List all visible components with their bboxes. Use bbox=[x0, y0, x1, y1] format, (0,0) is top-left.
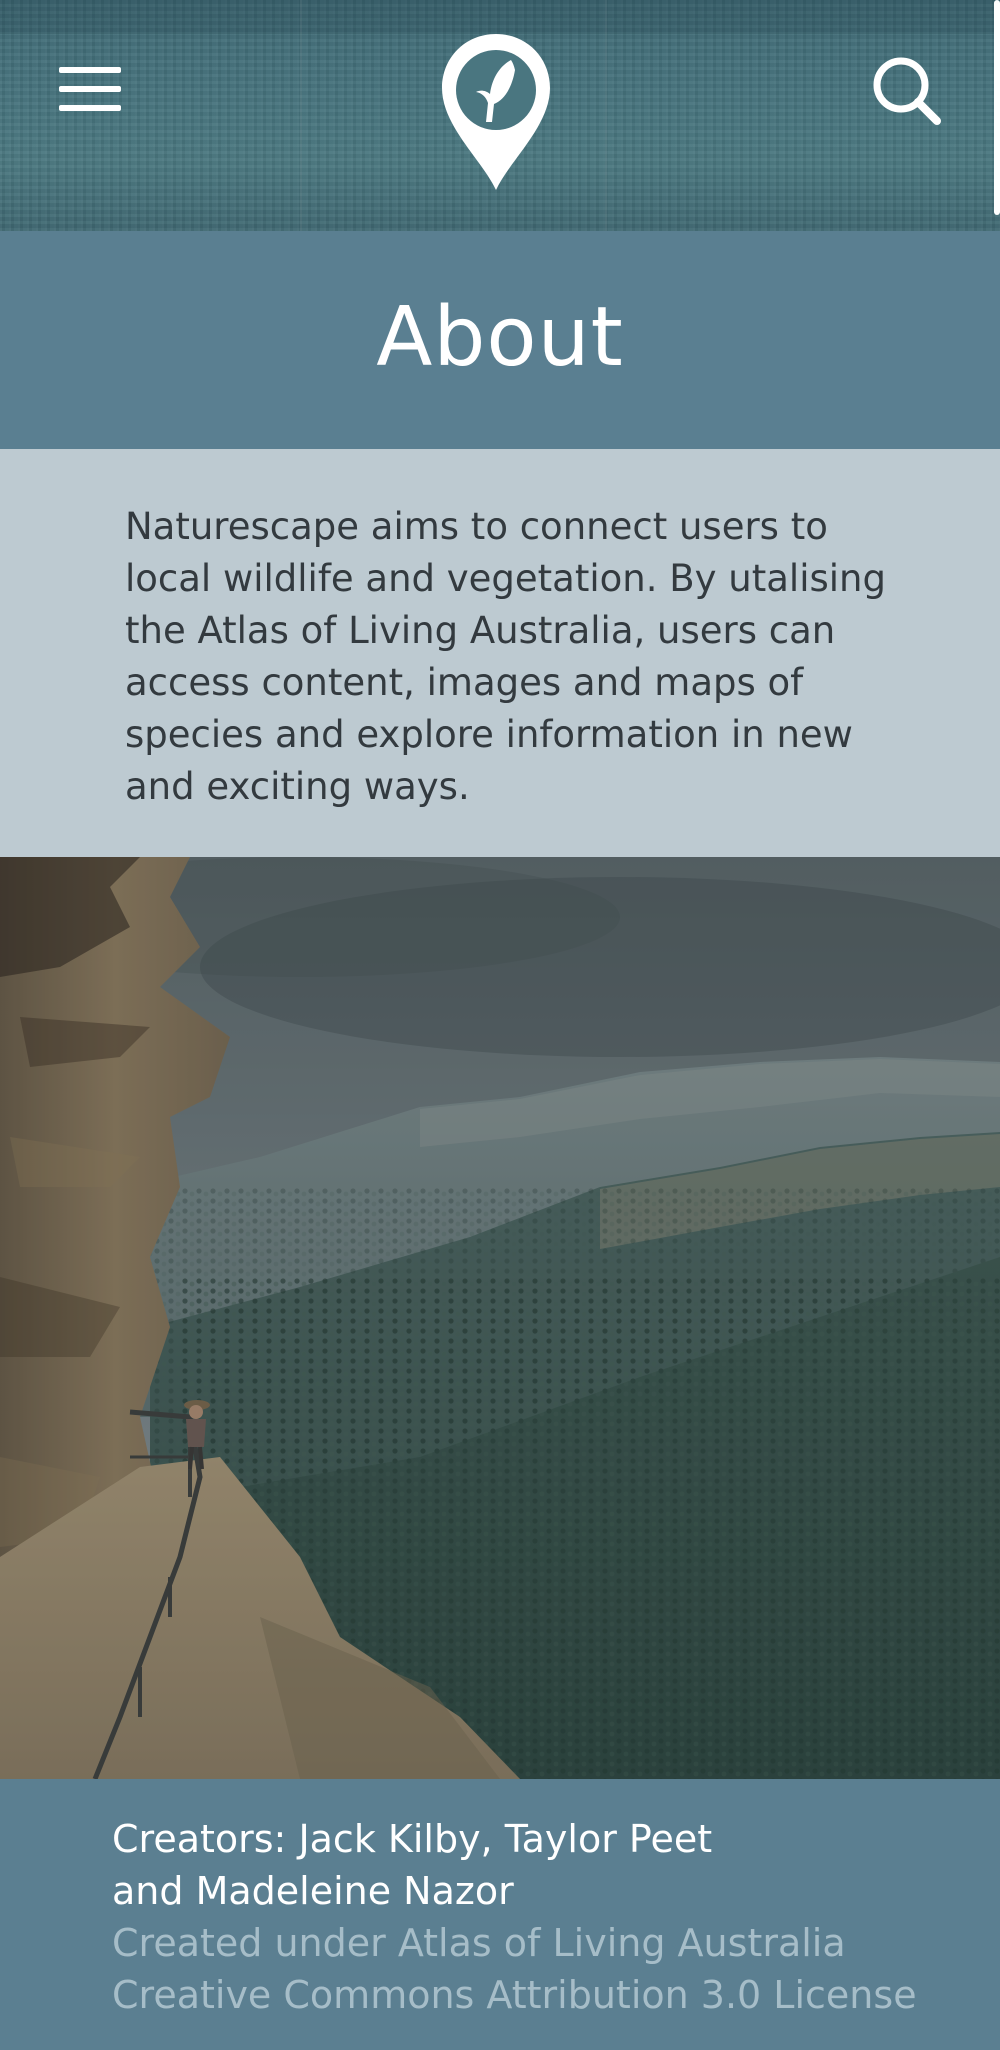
header-texture-seam bbox=[605, 0, 607, 231]
footer: Creators: Jack Kilby, Taylor Peet and Ma… bbox=[0, 1779, 1000, 2050]
intro-text: Naturescape aims to connect users to loc… bbox=[125, 505, 886, 808]
license-line: Created under Atlas of Living Australia bbox=[112, 1921, 846, 1965]
page-title: About bbox=[376, 290, 624, 385]
license-notice: Created under Atlas of Living Australia … bbox=[112, 1917, 992, 2021]
search-icon[interactable] bbox=[870, 54, 942, 126]
creators-credit: Creators: Jack Kilby, Taylor Peet and Ma… bbox=[112, 1813, 962, 1917]
landscape-photo bbox=[0, 857, 1000, 1779]
scrollbar-thumb[interactable] bbox=[994, 0, 1000, 215]
about-page: About Naturescape aims to connect users … bbox=[0, 0, 1000, 2050]
header-texture bbox=[0, 0, 1000, 34]
header-bar bbox=[0, 0, 1000, 231]
license-line: Creative Commons Attribution 3.0 License bbox=[112, 1973, 917, 2017]
creators-line: and Madeleine Nazor bbox=[112, 1869, 514, 1913]
title-band: About bbox=[0, 231, 1000, 449]
cliff-valley-image bbox=[0, 857, 1000, 1779]
creators-line: Creators: Jack Kilby, Taylor Peet bbox=[112, 1817, 713, 1861]
map-pin-leaf-logo[interactable] bbox=[438, 30, 554, 195]
hamburger-menu-icon[interactable] bbox=[56, 64, 126, 116]
header-texture-seam bbox=[300, 0, 302, 231]
intro-section: Naturescape aims to connect users to loc… bbox=[0, 449, 1000, 857]
